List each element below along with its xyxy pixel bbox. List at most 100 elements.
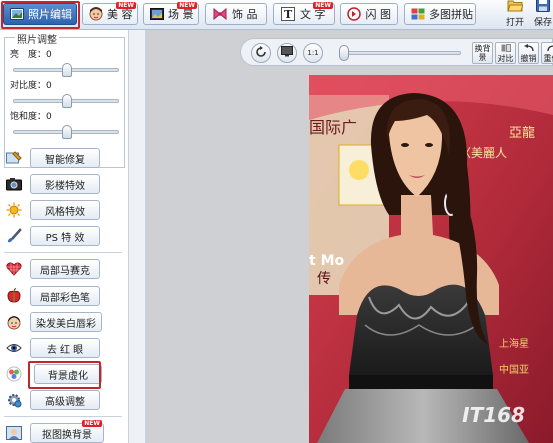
tool-smart-repair[interactable]: 智能修复 xyxy=(4,147,122,169)
open-button[interactable]: 打开 xyxy=(502,0,528,30)
smart-repair-icon xyxy=(4,148,24,168)
compare-icon xyxy=(501,43,511,54)
tool-local-color-pen[interactable]: 局部彩色笔 xyxy=(4,285,122,307)
tab-collage[interactable]: 多图拼贴 xyxy=(404,3,476,25)
photo-image: 国际广 〈美麗人 亞龍 传 t Mo 中国亚 上海星 xyxy=(309,75,553,443)
background-blur-button[interactable]: 背景虚化 xyxy=(34,364,102,384)
advanced-adjust-button[interactable]: 高级调整 xyxy=(30,390,100,410)
canvas-control-bar: 1:1 换背景 对比 撤销 重做 xyxy=(240,38,553,66)
ps-effect-button[interactable]: PS 特 效 xyxy=(30,226,100,246)
backdrop-text-3: 亞龍 xyxy=(509,125,535,141)
undo-icon xyxy=(523,43,534,54)
collage-icon xyxy=(411,6,425,22)
tool-advanced-adjust[interactable]: 高级调整 xyxy=(4,389,122,411)
actual-size-icon: 1:1 xyxy=(307,49,319,57)
smart-repair-button[interactable]: 智能修复 xyxy=(30,148,100,168)
save-icon xyxy=(536,0,550,15)
brightness-label: 亮 度：0 xyxy=(10,47,52,60)
zoom-slider[interactable] xyxy=(339,45,461,61)
zoom-slider-handle[interactable] xyxy=(339,45,349,61)
scene-icon xyxy=(150,6,164,22)
sun-icon xyxy=(4,200,24,220)
tab-flash[interactable]: 闪 图 xyxy=(340,3,398,25)
left-tool-panel: 照片调整 亮 度：0 对比度：0 饱和度：0 智能修复 影楼特效 风格特效 PS… xyxy=(0,30,128,443)
contrast-slider-handle[interactable] xyxy=(62,94,72,108)
tool-background-blur[interactable]: 背景虚化 xyxy=(4,363,122,385)
open-label: 打开 xyxy=(505,18,524,28)
face-makeup-icon xyxy=(4,312,24,332)
color-wheel-icon xyxy=(4,364,24,384)
save-button[interactable]: 保存 xyxy=(530,0,553,30)
saturation-slider-handle[interactable] xyxy=(62,125,72,139)
actual-size-button[interactable]: 1:1 xyxy=(303,43,323,63)
monitor-icon xyxy=(281,46,293,60)
rotate-button[interactable] xyxy=(251,43,271,63)
tab-text[interactable]: T 文 字 NEW xyxy=(273,2,335,25)
style-effect-button[interactable]: 风格特效 xyxy=(30,200,100,220)
brush-icon xyxy=(4,226,24,246)
tab-collage-label: 多图拼贴 xyxy=(429,8,473,21)
contrast-slider[interactable] xyxy=(13,94,119,108)
undo-button[interactable]: 撤销 xyxy=(518,42,539,64)
photo-adjust-title: 照片调整 xyxy=(15,31,59,46)
tool-red-eye[interactable]: 去 红 眼 xyxy=(4,337,122,359)
backdrop-text-5: t Mo xyxy=(309,253,344,269)
redo-icon xyxy=(546,43,553,54)
tab-accessory[interactable]: 饰 品 xyxy=(205,3,267,25)
tab-beauty[interactable]: 美 容 NEW xyxy=(82,2,138,25)
redo-label: 重做 xyxy=(543,53,553,63)
brightness-slider-handle[interactable] xyxy=(62,63,72,77)
bow-icon xyxy=(212,6,228,22)
red-eye-button[interactable]: 去 红 眼 xyxy=(30,338,100,358)
tab-scene[interactable]: 场 景 NEW xyxy=(143,2,199,25)
compare-button[interactable]: 对比 xyxy=(495,42,516,64)
text-icon: T xyxy=(280,6,296,22)
redo-button[interactable]: 重做 xyxy=(541,42,553,64)
tab-photo-edit[interactable]: 照片编辑 xyxy=(3,3,77,25)
brightness-slider[interactable] xyxy=(13,63,119,77)
gear-icon xyxy=(4,390,24,410)
flash-icon xyxy=(347,6,362,22)
backdrop-text-1: 国际广 xyxy=(309,118,357,137)
new-badge: NEW xyxy=(116,2,136,9)
backdrop-text-4: 传 xyxy=(317,271,331,287)
svg-text:T: T xyxy=(284,8,293,21)
tool-cutout-background[interactable]: 抠图换背景 NEW xyxy=(4,420,122,443)
saturation-value: 0 xyxy=(46,112,52,122)
brightness-label-text: 亮 度： xyxy=(10,50,47,60)
local-color-pen-button[interactable]: 局部彩色笔 xyxy=(30,286,100,306)
watermark-text: IT168 xyxy=(462,403,525,427)
heart-mosaic-icon xyxy=(4,259,24,279)
brightness-value: 0 xyxy=(46,50,52,60)
tool-divider xyxy=(4,252,122,253)
tool-local-mosaic[interactable]: 局部马赛克 xyxy=(4,258,122,280)
save-label: 保存 xyxy=(533,18,552,28)
edited-photo[interactable]: 国际广 〈美麗人 亞龍 传 t Mo 中国亚 上海星 IT168 xyxy=(309,75,553,443)
studio-effect-button[interactable]: 影楼特效 xyxy=(30,174,100,194)
change-background-button[interactable]: 换背景 xyxy=(472,42,493,64)
new-badge: NEW xyxy=(177,2,197,9)
local-mosaic-button[interactable]: 局部马赛克 xyxy=(30,259,100,279)
tab-photo-edit-label: 照片编辑 xyxy=(28,8,72,21)
saturation-label: 饱和度：0 xyxy=(10,109,52,122)
new-badge: NEW xyxy=(313,2,333,9)
tool-hair-whiten-lip[interactable]: 染发美白唇彩 xyxy=(4,311,122,333)
tool-divider xyxy=(4,416,122,417)
saturation-slider[interactable] xyxy=(13,125,119,139)
compare-label: 对比 xyxy=(497,53,514,63)
tool-style-effect[interactable]: 风格特效 xyxy=(4,199,122,221)
cutout-icon xyxy=(4,423,24,443)
fit-screen-button[interactable] xyxy=(277,43,297,63)
tab-accessory-label: 饰 品 xyxy=(232,8,258,21)
camera-icon xyxy=(4,174,24,194)
change-background-label: 换背景 xyxy=(474,44,491,62)
left-panel-scrollbar[interactable] xyxy=(128,30,146,443)
apple-icon xyxy=(4,286,24,306)
tool-studio-effect[interactable]: 影楼特效 xyxy=(4,173,122,195)
saturation-label-text: 饱和度： xyxy=(10,112,47,122)
backdrop-text-6: 中国亚 xyxy=(499,363,529,376)
tool-ps-effect[interactable]: PS 特 效 xyxy=(4,225,122,247)
new-badge: NEW xyxy=(82,420,102,427)
hair-whiten-lip-button[interactable]: 染发美白唇彩 xyxy=(30,312,102,332)
contrast-label-text: 对比度： xyxy=(10,81,47,91)
